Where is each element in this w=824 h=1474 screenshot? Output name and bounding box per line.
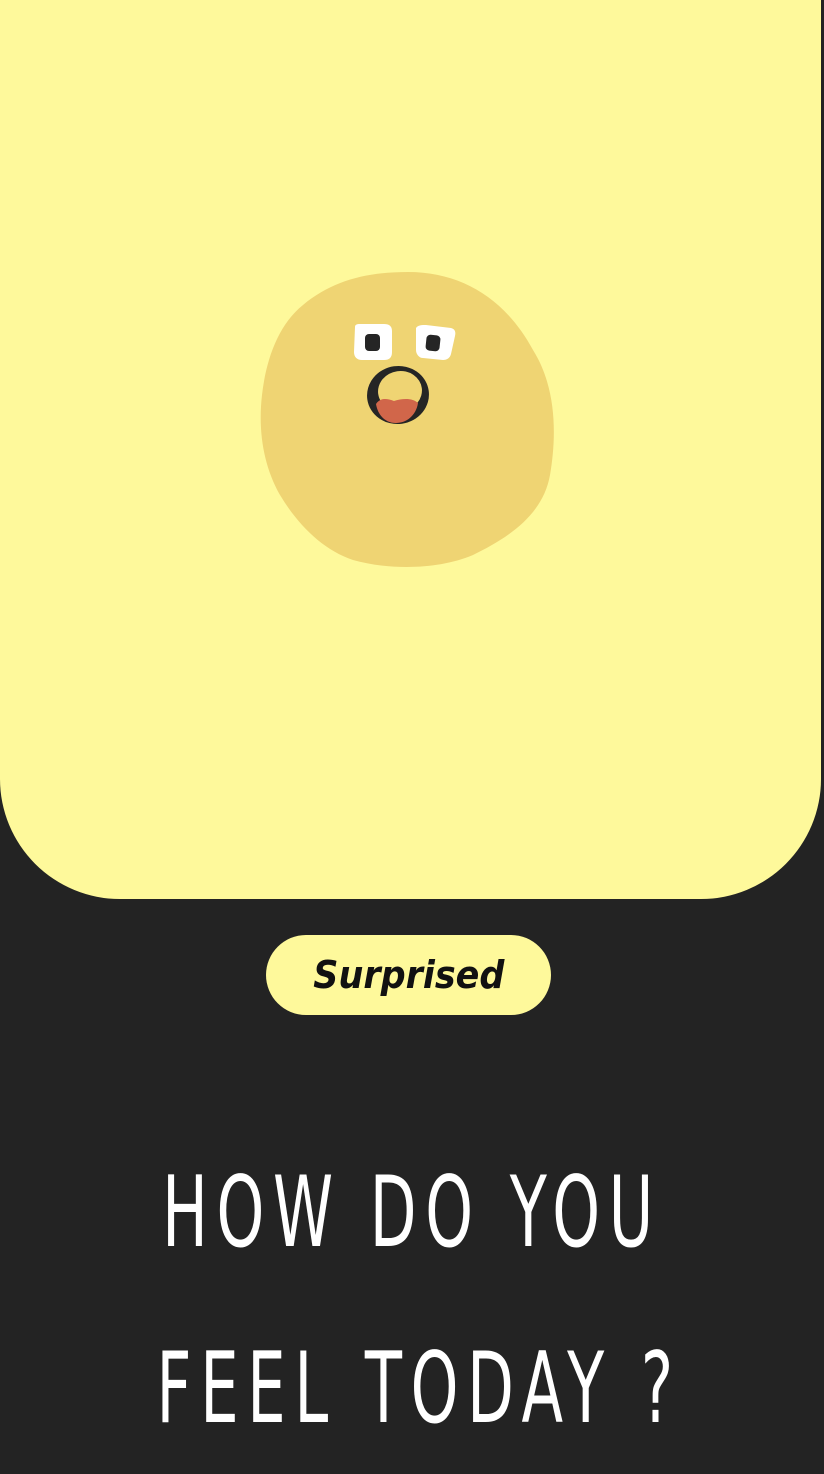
mood-label-button[interactable]: Surprised bbox=[266, 935, 551, 1015]
mood-screen: Surprised HOW DO YOU FEEL TODAY ? bbox=[0, 0, 824, 1474]
mood-card[interactable] bbox=[0, 0, 821, 899]
mood-label: Surprised bbox=[312, 953, 505, 997]
question-line-1: HOW DO YOU bbox=[162, 1156, 662, 1270]
surprised-face-icon bbox=[258, 270, 558, 570]
mood-question: HOW DO YOU FEEL TODAY ? bbox=[0, 1125, 824, 1474]
question-line-2: FEEL TODAY ? bbox=[156, 1332, 682, 1446]
